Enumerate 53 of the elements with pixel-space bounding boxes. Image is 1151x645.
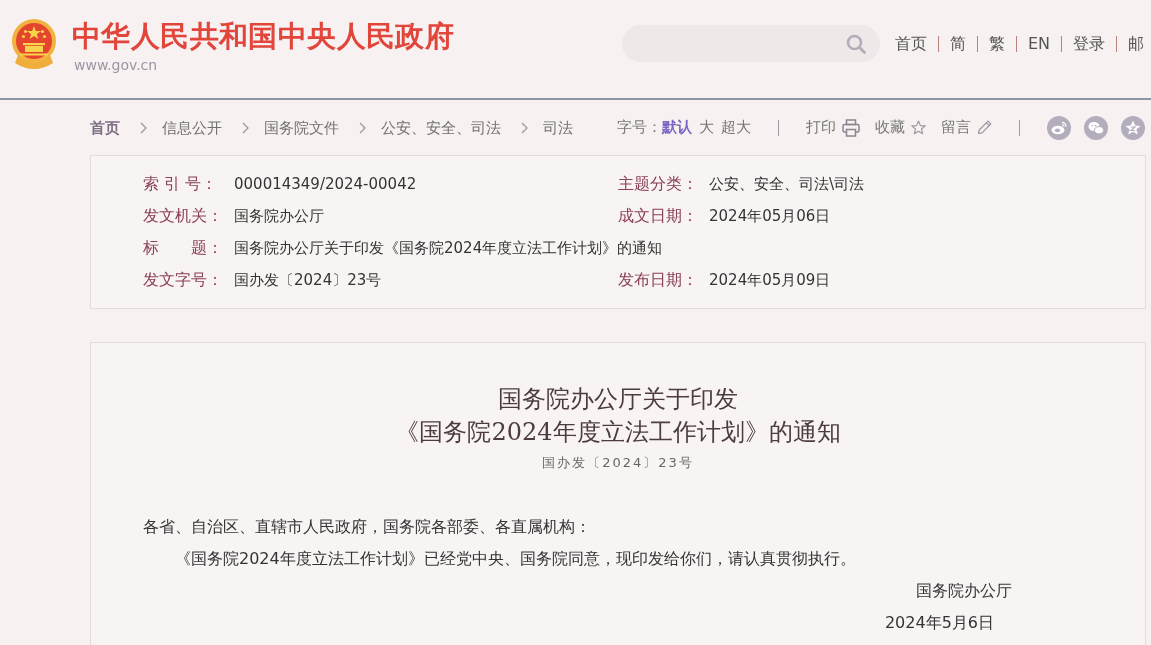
field-label: 标 题： [143,237,224,259]
emblem-icon [10,18,58,70]
chevron-icon [242,121,249,134]
printer-icon [842,118,860,137]
field-label: 索 引 号： [143,173,219,195]
search-field[interactable] [622,25,880,62]
eye-logo-icon[interactable] [1047,115,1071,140]
star-icon [911,120,926,135]
breadcrumb-link[interactable]: 司法 [543,117,573,138]
field-value: 公安、安全、司法\司法 [709,174,866,195]
site-url: www.gov.cn [74,56,158,74]
comment-link[interactable]: 留言 [941,118,992,137]
field-label: 成文日期： [618,205,699,227]
field-value: 2024年05月09日 [709,270,832,291]
breadcrumb-link[interactable]: 首页 [90,117,120,138]
favorite-link[interactable]: 收藏 [875,118,926,137]
nav-link[interactable]: 繁 [989,33,1005,55]
breadcrumb-link[interactable]: 国务院文件 [264,117,339,138]
search-icon [846,33,866,54]
chevron-icon [140,121,147,134]
site-title: 中华人民共和国中央人民政府 [72,19,455,53]
print-link[interactable]: 打印 [806,118,860,137]
nav-link[interactable]: 首页 [895,33,927,55]
font-size-label: 字号： [617,118,662,137]
field-label: 发文字号： [143,269,224,291]
star-circle-icon[interactable] [1121,115,1145,140]
paragraph: 《国务院2024年度立法工作计划》已经党中央、国务院同意，现印发给你们，请认真贯彻执行。 [174,548,857,570]
field-value: 000014349/2024-00042 [234,174,418,195]
field-value: 2024年05月06日 [709,206,832,227]
article-title: 国务院办公厅关于印发 《国务院2024年度立法工作计划》的通知 [394,384,842,448]
nav-link[interactable]: EN [1028,33,1051,55]
field-label: 发布日期： [618,269,699,291]
chat-bubbles-icon[interactable] [1084,115,1108,140]
chevron-icon [521,121,528,134]
signature: 国务院办公厅 [916,580,1012,602]
field-label: 发文机关： [143,205,224,227]
field-value: 国务院办公厅 [234,206,325,227]
field-label: 主题分类： [618,173,699,195]
pencil-icon [977,120,992,135]
breadcrumb-link[interactable]: 信息公开 [162,117,222,138]
document-number: 国办发〔2024〕23号 [542,454,694,472]
signature-date: 2024年5月6日 [884,612,994,634]
nav-link[interactable]: 邮 [1128,33,1145,55]
breadcrumb-link[interactable]: 公安、安全、司法 [381,117,501,138]
nav-link[interactable]: 简 [950,33,966,55]
chevron-icon [359,121,366,134]
nav-link[interactable]: 登录 [1073,33,1106,55]
field-value: 国务院办公厅关于印发《国务院2024年度立法工作计划》的通知 [234,238,664,259]
field-value: 国办发〔2024〕23号 [234,270,383,291]
font-size-option[interactable]: 超大 [721,118,751,137]
font-size-option[interactable]: 默认 [662,118,692,137]
salutation: 各省、自治区、直辖市人民政府，国务院各部委、各直属机构： [143,516,592,538]
font-size-option[interactable]: 大 [699,118,714,137]
